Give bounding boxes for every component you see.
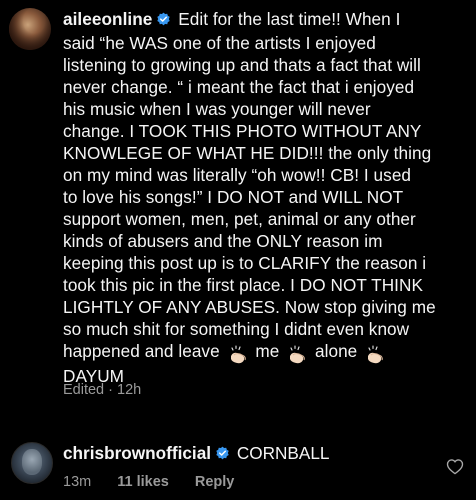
- comment-text-line: to love his songs!” I DO NOT and WILL NO…: [63, 187, 404, 207]
- comment-timestamp: 13m: [63, 474, 92, 490]
- comment-text-line: Edit for the last time!! When I: [178, 9, 401, 29]
- comment-text-line: so much shit for something I didnt even …: [63, 319, 410, 339]
- avatar[interactable]: [11, 442, 53, 484]
- comment-text-line: support women, men, pet, animal or any o…: [63, 209, 416, 229]
- comment-meta: 13m 11 likes Reply: [63, 474, 234, 490]
- verified-badge-icon: [156, 10, 171, 32]
- likes-count[interactable]: 11 likes: [117, 474, 169, 490]
- comment-text-line: listening to growing up and thats a fact…: [63, 55, 421, 75]
- clapping-hands-icon: [364, 345, 386, 365]
- comment-body: chrisbrownofficial CORNBALL: [63, 442, 329, 466]
- comment-text-segment: me: [255, 341, 280, 361]
- clapping-hands-icon: [227, 345, 249, 365]
- comment-text-line: said “he WAS one of the artists I enjoye…: [63, 33, 376, 53]
- username[interactable]: aileeonline: [63, 9, 152, 29]
- comment-text: CORNBALL: [236, 443, 330, 463]
- comment-text-segment: happened and leave: [63, 341, 220, 361]
- edited-timestamp: Edited · 12h: [63, 382, 142, 398]
- verified-badge-icon: [215, 444, 230, 466]
- comment-body: aileeonline Edit for the last time!! Whe…: [63, 8, 467, 387]
- username[interactable]: chrisbrownofficial: [63, 443, 211, 463]
- comment-text-line: his music when I was younger will never: [63, 99, 371, 119]
- comment-text-line: keeping this post up is to CLARIFY the r…: [63, 253, 427, 273]
- comment-text-line: on my mind was literally “oh wow!! CB! I…: [63, 165, 412, 185]
- avatar[interactable]: [9, 8, 51, 50]
- comment-text-line: change. I TOOK THIS PHOTO WITHOUT ANY: [63, 121, 422, 141]
- comment-text-line: LIGHTLY OF ANY ABUSES. Now stop giving m…: [63, 297, 436, 317]
- clapping-hands-icon: [286, 345, 308, 365]
- heart-icon[interactable]: [446, 458, 464, 475]
- comment-text-line: kinds of abusers and the ONLY reason im: [63, 231, 383, 251]
- reply-button[interactable]: Reply: [195, 474, 235, 490]
- comment-text-segment: alone: [314, 341, 358, 361]
- comment-text-line: never change. “ i meant the fact that i …: [63, 77, 415, 97]
- comment-text-line: took this pic in the first place. I DO N…: [63, 275, 423, 295]
- comment-text-line: KNOWLEGE OF WHAT HE DID!!! the only thin…: [63, 143, 432, 163]
